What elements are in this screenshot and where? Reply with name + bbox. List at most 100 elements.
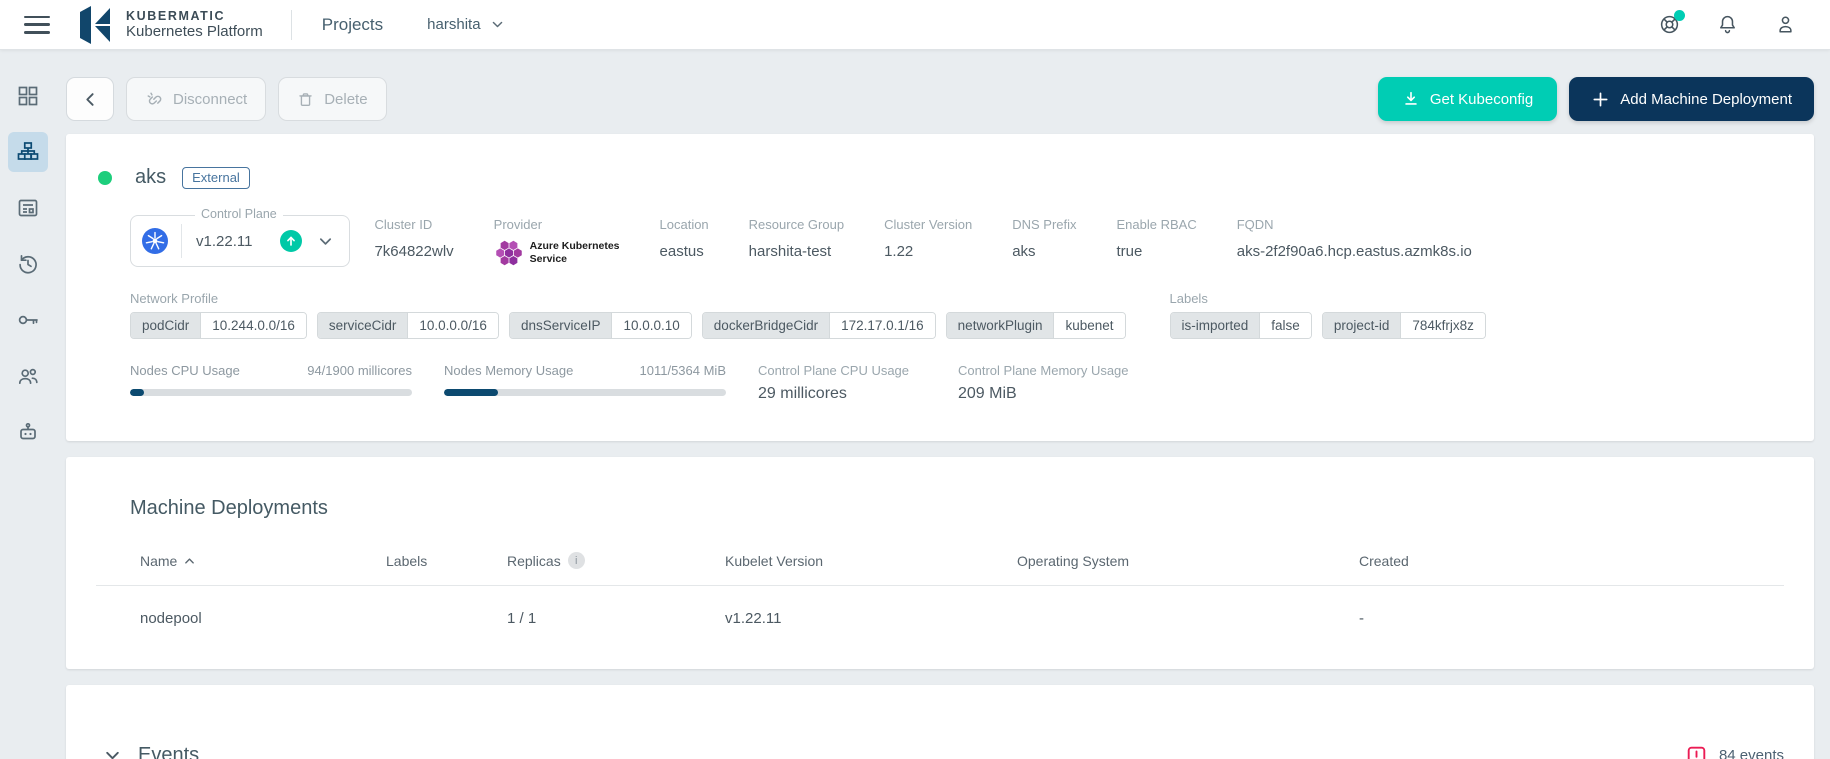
cluster-status-dot bbox=[98, 171, 112, 185]
disconnect-button[interactable]: Disconnect bbox=[126, 77, 266, 121]
main-content: Disconnect Delete Get Kubeconf bbox=[56, 50, 1830, 759]
sidebar-item-ssh-keys[interactable] bbox=[8, 300, 48, 340]
get-kubeconfig-label: Get Kubeconfig bbox=[1430, 91, 1533, 108]
control-plane-divider bbox=[181, 224, 182, 258]
disconnect-button-label: Disconnect bbox=[173, 91, 247, 108]
column-labels: Labels bbox=[386, 552, 507, 586]
chip-dockerbridgecidr: dockerBridgeCidr172.17.0.1/16 bbox=[702, 312, 936, 339]
kubernetes-logo-icon bbox=[141, 227, 169, 255]
sidebar-item-external-clusters[interactable] bbox=[8, 188, 48, 228]
detail-resource-group: Resource Group harshita-test bbox=[749, 217, 844, 267]
provider-name-line2: Service bbox=[530, 253, 567, 265]
trash-icon bbox=[297, 91, 314, 108]
detail-cluster-version: Cluster Version 1.22 bbox=[884, 217, 972, 267]
nodes-cpu-usage-value: 94/1900 millicores bbox=[307, 363, 412, 378]
detail-cluster-id: Cluster ID 7k64822wlv bbox=[374, 217, 453, 267]
nodes-memory-usage-value: 1011/5364 MiB bbox=[640, 363, 727, 378]
hamburger-menu-icon[interactable] bbox=[24, 16, 50, 34]
collapse-chevron-icon[interactable] bbox=[104, 747, 121, 759]
control-plane-version-box[interactable]: Control Plane bbox=[130, 215, 350, 267]
robot-icon bbox=[16, 420, 40, 444]
download-icon bbox=[1402, 90, 1420, 108]
nodes-cpu-usage-label: Nodes CPU Usage bbox=[130, 363, 240, 378]
sidebar-item-history[interactable] bbox=[8, 244, 48, 284]
notifications-bell-icon[interactable] bbox=[1715, 13, 1739, 37]
provider-name-line1: Azure Kubernetes bbox=[530, 240, 620, 252]
machine-deployments-card: Machine Deployments Name bbox=[66, 457, 1814, 669]
card-form-icon bbox=[16, 196, 40, 220]
machine-deployment-row[interactable]: nodepool 1 / 1 v1.22.11 - bbox=[96, 586, 1784, 640]
plus-icon bbox=[1591, 90, 1610, 109]
brand-logo-block[interactable]: KUBERMATIC Kubernetes Platform bbox=[76, 5, 263, 45]
labels-label: Labels bbox=[1170, 291, 1486, 306]
detail-enable-rbac: Enable RBAC true bbox=[1117, 217, 1197, 267]
link-off-icon bbox=[145, 90, 163, 108]
detail-label: Provider bbox=[494, 217, 620, 232]
clusters-tree-icon bbox=[16, 140, 40, 164]
key-icon bbox=[16, 308, 40, 332]
column-created: Created bbox=[1359, 552, 1784, 586]
sidebar-item-service-accounts[interactable] bbox=[8, 412, 48, 452]
column-status bbox=[96, 552, 140, 586]
detail-provider: Provider bbox=[494, 217, 620, 267]
project-selector-value: harshita bbox=[427, 16, 480, 33]
control-plane-memory-usage: Control Plane Memory Usage 209 MiB bbox=[958, 363, 1129, 403]
row-replicas: 1 / 1 bbox=[507, 586, 725, 640]
user-icon[interactable] bbox=[1773, 13, 1797, 37]
column-kubelet-version: Kubelet Version bbox=[725, 552, 1017, 586]
events-title[interactable]: Events bbox=[138, 744, 199, 759]
topbar-divider bbox=[291, 10, 292, 40]
nodes-memory-usage-label: Nodes Memory Usage bbox=[444, 363, 573, 378]
detail-location: Location eastus bbox=[660, 217, 709, 267]
column-name[interactable]: Name bbox=[140, 552, 386, 586]
control-plane-cpu-usage: Control Plane CPU Usage 29 millicores bbox=[758, 363, 926, 403]
help-buoy-icon[interactable] bbox=[1657, 13, 1681, 37]
chip-project-id: project-id784kfrjx8z bbox=[1322, 312, 1486, 339]
network-profile-label: Network Profile bbox=[130, 291, 1126, 306]
info-icon[interactable]: i bbox=[568, 552, 585, 569]
detail-fqdn: FQDN aks-2f2f90a6.hcp.eastus.azmk8s.io bbox=[1237, 217, 1472, 267]
events-count: 84 events bbox=[1719, 747, 1784, 759]
project-selector[interactable]: harshita bbox=[427, 16, 503, 33]
column-operating-system: Operating System bbox=[1017, 552, 1359, 586]
cluster-type-badge: External bbox=[182, 167, 250, 189]
row-name: nodepool bbox=[140, 586, 386, 640]
nav-projects[interactable]: Projects bbox=[322, 15, 383, 35]
row-created: - bbox=[1359, 586, 1784, 640]
labels-group: Labels is-importedfalse project-id784kfr… bbox=[1170, 291, 1486, 339]
detail-value: 7k64822wlv bbox=[374, 243, 453, 260]
brand-name: KUBERMATIC bbox=[126, 9, 263, 23]
sidebar-item-overview[interactable] bbox=[8, 76, 48, 116]
chevron-left-icon bbox=[82, 91, 99, 108]
chevron-down-icon[interactable] bbox=[318, 234, 333, 249]
chip-is-imported: is-importedfalse bbox=[1170, 312, 1312, 339]
cluster-name: aks bbox=[135, 166, 166, 189]
chip-networkplugin: networkPluginkubenet bbox=[946, 312, 1126, 339]
column-replicas: Replicas i bbox=[507, 552, 725, 586]
delete-button-label: Delete bbox=[324, 91, 367, 108]
events-card: Events 84 events bbox=[66, 685, 1814, 759]
sidebar-item-members[interactable] bbox=[8, 356, 48, 396]
control-plane-legend: Control Plane bbox=[195, 207, 283, 221]
chevron-down-icon bbox=[491, 18, 504, 31]
members-icon bbox=[16, 364, 40, 388]
detail-dns-prefix: DNS Prefix aks bbox=[1012, 217, 1076, 267]
sidebar-item-clusters[interactable] bbox=[8, 132, 48, 172]
network-profile-group: Network Profile podCidr10.244.0.0/16 ser… bbox=[130, 291, 1126, 339]
control-plane-version: v1.22.11 bbox=[196, 233, 252, 250]
upgrade-available-icon[interactable] bbox=[280, 230, 302, 252]
get-kubeconfig-button[interactable]: Get Kubeconfig bbox=[1378, 77, 1557, 121]
machine-deployments-table: Name Labels Replicas i bbox=[96, 552, 1784, 639]
chip-servicecidr: serviceCidr10.0.0.0/16 bbox=[317, 312, 499, 339]
back-button[interactable] bbox=[66, 77, 114, 121]
kubermatic-logo-icon bbox=[76, 5, 116, 45]
row-kubelet-version: v1.22.11 bbox=[725, 586, 1017, 640]
delete-button[interactable]: Delete bbox=[278, 77, 386, 121]
add-machine-deployment-button[interactable]: Add Machine Deployment bbox=[1569, 77, 1814, 121]
add-machine-deployment-label: Add Machine Deployment bbox=[1620, 91, 1792, 108]
nodes-cpu-usage-meter: Nodes CPU Usage 94/1900 millicores bbox=[130, 363, 412, 403]
sort-asc-icon bbox=[184, 557, 195, 565]
sidebar bbox=[0, 50, 56, 759]
progress-bar bbox=[130, 389, 412, 396]
nodes-memory-usage-meter: Nodes Memory Usage 1011/5364 MiB bbox=[444, 363, 726, 403]
